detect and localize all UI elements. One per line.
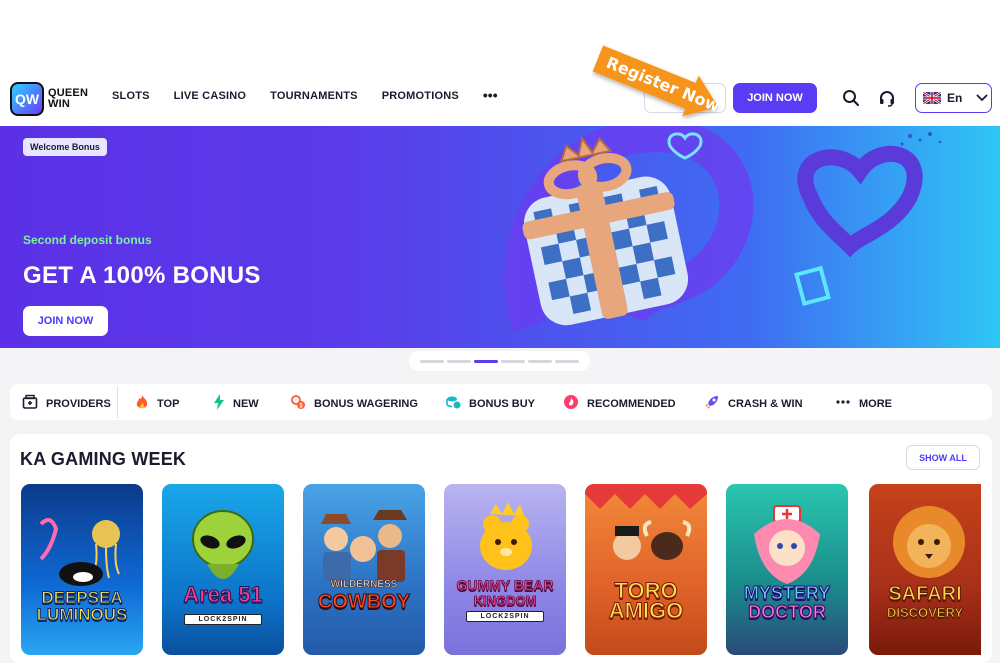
carousel-dot-4[interactable] — [501, 359, 525, 363]
category-bonus-wagering[interactable]: $ BONUS WAGERING — [290, 394, 418, 413]
game-title-line-2: DOCTOR — [748, 602, 827, 622]
fire-icon — [135, 394, 149, 413]
hero-subtitle: Second deposit bonus — [23, 233, 152, 247]
game-title-line-1: MYSTERY — [743, 583, 831, 603]
category-bonus-buy[interactable]: BONUS BUY — [445, 394, 535, 413]
game-title-line-2: DISCOVERY — [886, 605, 964, 620]
game-subtitle: LOCK2SPIN — [184, 614, 262, 625]
nav-slots[interactable]: SLOTS — [112, 90, 150, 102]
bonus-buy-icon — [445, 394, 461, 413]
game-title-line-1: WILDERNESS — [330, 579, 398, 590]
game-title-line-2: COWBOY — [317, 591, 411, 613]
game-art — [192, 510, 254, 579]
category-label: BONUS BUY — [469, 397, 536, 410]
hero-banner[interactable]: Welcome Bonus Second deposit bonus GET A… — [0, 126, 1000, 348]
game-art — [585, 484, 707, 560]
game-art — [893, 506, 965, 578]
game-card-safari-discovery[interactable]: SAFARI DISCOVERY — [869, 484, 981, 655]
games-row: DEEPSEA LUMINOUS Area 51 LOCK2SPIN WILDE… — [21, 484, 992, 659]
game-art — [480, 502, 532, 570]
show-all-button[interactable]: SHOW ALL — [906, 445, 980, 470]
category-top[interactable]: TOP — [135, 394, 179, 413]
language-label: En — [947, 91, 963, 105]
search-icon[interactable] — [840, 87, 862, 109]
category-more[interactable]: MORE — [835, 394, 892, 413]
nav-more-button[interactable]: ••• — [483, 88, 498, 102]
game-art — [754, 505, 820, 584]
game-card-mystery-doctor[interactable]: MYSTERY DOCTOR — [726, 484, 848, 655]
category-bar: PROVIDERS TOP NEW $ BONUS WAGERING BONUS… — [10, 384, 992, 420]
carousel-dot-2[interactable] — [447, 359, 471, 363]
game-card-toro-amigo[interactable]: TORO AMIGO — [585, 484, 707, 655]
join-now-button[interactable]: JOIN NOW — [733, 83, 817, 113]
game-title-line-1: DEEPSEA — [41, 588, 123, 607]
game-art — [39, 518, 120, 586]
logo-mark: QW — [10, 82, 44, 116]
chevron-down-icon — [976, 91, 988, 105]
game-title-line-2: AMIGO — [608, 598, 684, 623]
carousel-dot-6[interactable] — [555, 359, 579, 363]
category-label: RECOMMENDED — [587, 397, 676, 410]
game-card-wilderness-cowboy[interactable]: WILDERNESS COWBOY — [303, 484, 425, 655]
site-logo[interactable]: QW QUEEN WIN — [10, 82, 88, 116]
nav-tournaments[interactable]: TOURNAMENTS — [270, 90, 358, 102]
game-card-gummy-bear-kingdom[interactable]: GUMMY BEAR KINGDOM LOCK2SPIN — [444, 484, 566, 655]
category-crash-win[interactable]: CRASH & WIN — [704, 394, 803, 413]
logo-wordmark: QUEEN WIN — [48, 88, 88, 110]
category-label: BONUS WAGERING — [314, 397, 418, 410]
category-label: NEW — [233, 397, 259, 410]
ka-gaming-week-section: KA GAMING WEEK SHOW ALL DEEPSEA LUMINOUS — [10, 434, 992, 663]
logo-line-2: WIN — [48, 98, 70, 110]
page: QW QUEEN WIN SLOTS LIVE CASINO TOURNAMEN… — [0, 0, 1000, 663]
game-title-line-1: SAFARI — [888, 583, 962, 605]
game-art — [321, 510, 407, 582]
category-label: TOP — [157, 397, 180, 410]
carousel-dot-1[interactable] — [420, 359, 444, 363]
providers-icon — [22, 394, 38, 413]
dots-icon — [835, 394, 851, 413]
category-recommended[interactable]: RECOMMENDED — [563, 394, 676, 413]
game-card-area-51[interactable]: Area 51 LOCK2SPIN — [162, 484, 284, 655]
game-title-line-2: KINGDOM — [473, 593, 537, 608]
category-providers[interactable]: PROVIDERS — [22, 394, 111, 413]
category-divider — [117, 386, 118, 418]
section-title: KA GAMING WEEK — [20, 449, 187, 469]
recommended-icon — [563, 394, 579, 413]
headset-icon[interactable] — [876, 87, 898, 109]
hero-gift-illustration — [504, 126, 942, 332]
language-selector[interactable]: En — [915, 83, 992, 113]
hero-title: GET A 100% BONUS — [23, 262, 261, 289]
carousel-dot-3[interactable] — [474, 359, 498, 363]
uk-flag-icon — [923, 92, 941, 104]
main-nav: SLOTS LIVE CASINO TOURNAMENTS PROMOTIONS… — [112, 88, 498, 102]
rocket-icon — [704, 394, 720, 413]
game-title-line-1: Area 51 — [183, 582, 264, 607]
nav-live-casino[interactable]: LIVE CASINO — [174, 90, 247, 102]
bonus-wagering-icon: $ — [290, 394, 306, 413]
carousel-dot-5[interactable] — [528, 359, 552, 363]
game-title-line-2: LUMINOUS — [36, 605, 128, 624]
category-label: MORE — [859, 397, 892, 410]
game-card-deepsea-luminous[interactable]: DEEPSEA LUMINOUS — [21, 484, 143, 655]
category-new[interactable]: NEW — [213, 394, 259, 413]
game-title-line-1: GUMMY BEAR — [456, 577, 554, 593]
category-label: PROVIDERS — [46, 397, 111, 410]
hero-join-now-button[interactable]: JOIN NOW — [23, 306, 108, 336]
category-label: CRASH & WIN — [728, 397, 803, 410]
lightning-icon — [213, 394, 225, 413]
site-header: QW QUEEN WIN SLOTS LIVE CASINO TOURNAMEN… — [0, 70, 1000, 126]
welcome-bonus-badge: Welcome Bonus — [23, 138, 107, 156]
carousel-pagination — [409, 351, 590, 371]
game-subtitle: LOCK2SPIN — [466, 611, 544, 622]
nav-promotions[interactable]: PROMOTIONS — [382, 90, 459, 102]
top-margin — [0, 0, 1000, 70]
